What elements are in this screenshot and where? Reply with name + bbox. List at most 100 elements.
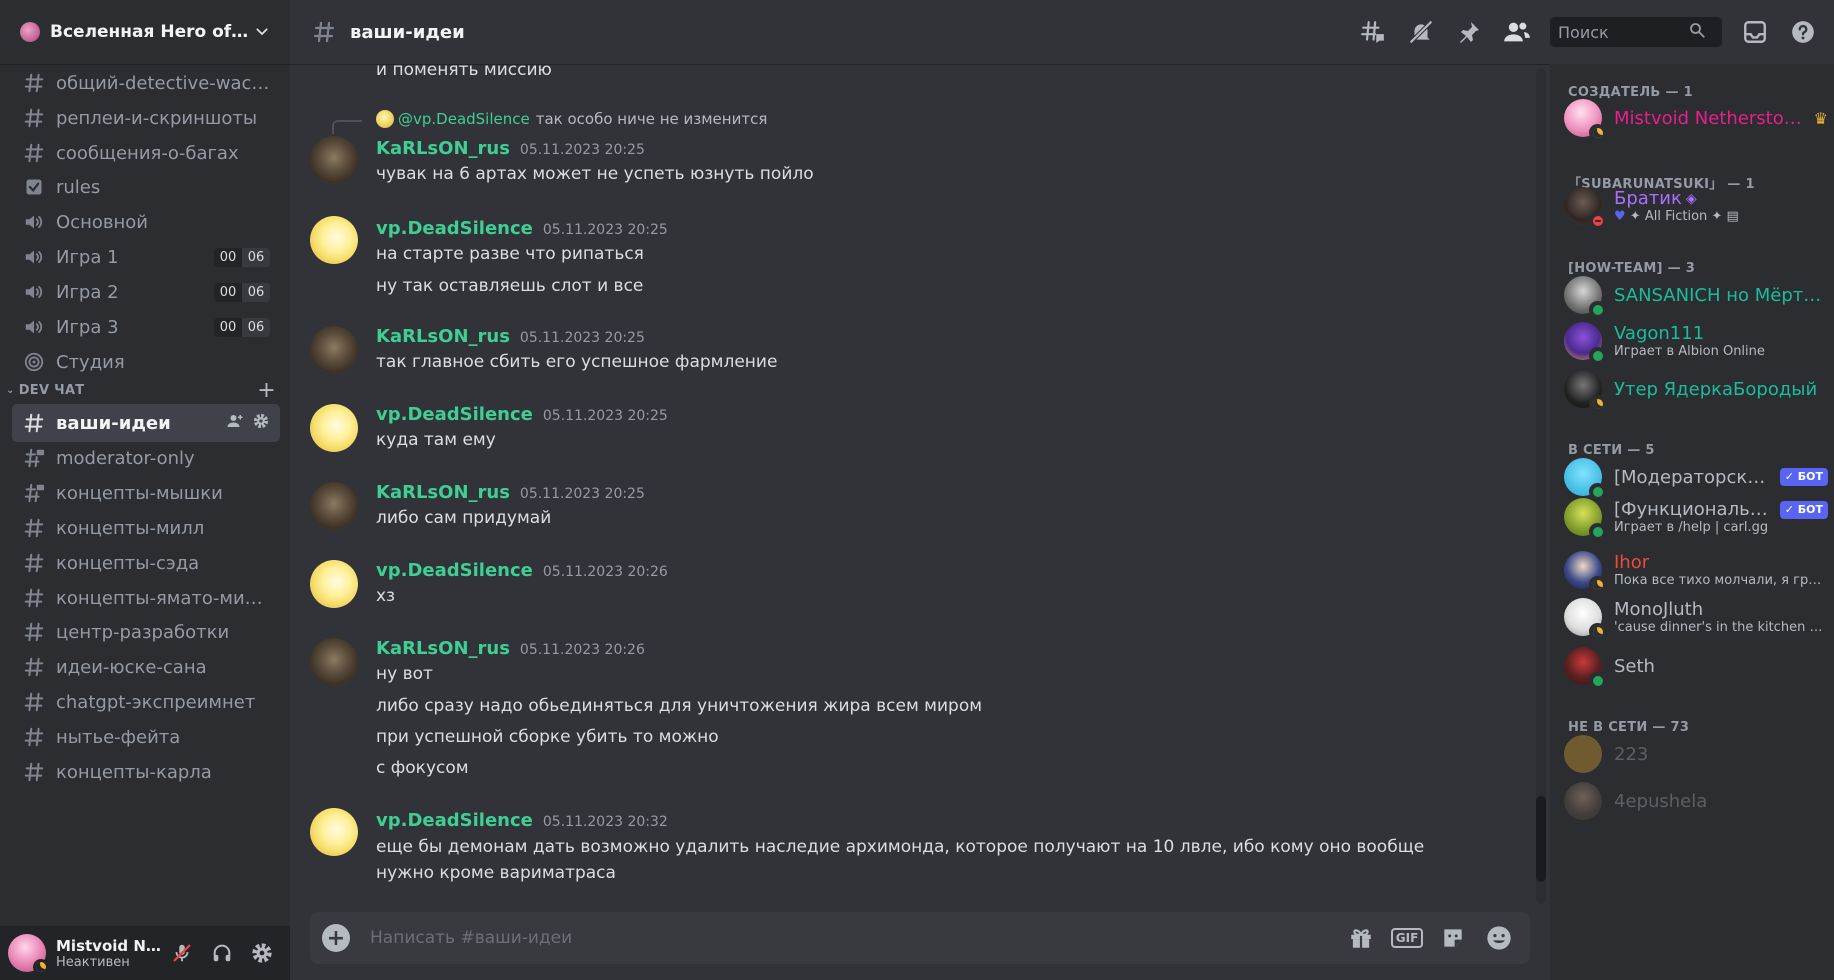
avatar[interactable] <box>310 136 358 184</box>
help-icon[interactable] <box>1788 17 1818 47</box>
avatar <box>1564 735 1602 773</box>
server-header[interactable]: Вселенная Hero of ... <box>0 0 290 64</box>
stage-icon <box>22 350 46 374</box>
search-input[interactable] <box>1558 22 1688 42</box>
attach-plus-button[interactable]: + <box>322 924 350 952</box>
voice-user-count: 00 06 <box>214 317 270 337</box>
hash-icon <box>22 516 46 540</box>
inbox-icon[interactable] <box>1740 17 1770 47</box>
message-header: KaRLsON_rus 05.11.2023 20:25 <box>376 326 645 347</box>
hash-icon <box>22 141 46 165</box>
channel-rules[interactable]: rules <box>12 168 280 206</box>
create-channel-button[interactable]: + <box>257 378 276 403</box>
online-status-icon <box>1589 523 1606 540</box>
avatar <box>376 110 394 128</box>
avatar <box>1564 598 1606 640</box>
reply-reference[interactable]: @vp.DeadSilence так особо ниче не изменит… <box>376 110 767 128</box>
speaker-icon <box>22 210 46 234</box>
avatar[interactable] <box>310 638 358 686</box>
settings-gear-icon[interactable] <box>242 935 282 971</box>
avatar[interactable] <box>8 934 49 975</box>
category-dev-chat[interactable]: ⌄ DEV ЧАТ + <box>6 378 286 403</box>
message-list: и поменять миссию @vp.DeadSilence так осо… <box>290 64 1530 904</box>
avatar[interactable] <box>310 216 358 264</box>
member-item[interactable]: Братик ◈ ♥ ✦ All Fiction ✦ ▤ <box>1564 182 1828 230</box>
chevron-down-icon[interactable] <box>252 22 272 42</box>
channel-yuske-ideas[interactable]: идеи-юске-сана <box>12 648 280 686</box>
headphones-icon[interactable] <box>202 935 242 971</box>
message-text: при успешной сборке убить то можно <box>376 727 719 747</box>
channel-sed-concepts[interactable]: концепты-сэда <box>12 544 280 582</box>
channel-title: ваши-идеи <box>350 21 465 43</box>
sticker-icon[interactable] <box>1438 923 1468 953</box>
emoji-icon[interactable] <box>1484 923 1514 953</box>
message-input[interactable] <box>370 928 1346 948</box>
invite-member-icon[interactable] <box>226 412 244 435</box>
avatar <box>1564 187 1606 229</box>
avatar[interactable] <box>310 326 358 374</box>
avatar[interactable] <box>310 560 358 608</box>
member-item[interactable]: MonoJluth'cause dinner's in the kitchen … <box>1564 593 1828 641</box>
server-icon <box>20 22 40 42</box>
member-item[interactable]: [Функциональный бот]✓ БОТИграет в /help … <box>1564 493 1828 541</box>
search-box[interactable] <box>1550 17 1722 47</box>
member-item[interactable]: 223 <box>1564 730 1828 778</box>
message-text: и поменять миссию <box>376 64 552 80</box>
member-item[interactable]: SANSANICH но Мёртвый <box>1564 271 1828 319</box>
gif-button[interactable]: GIF <box>1390 923 1424 953</box>
mute-mic-icon[interactable] <box>162 935 202 971</box>
member-item[interactable]: Mistvoid Netherstorm ♛ <box>1564 94 1828 142</box>
avatar[interactable] <box>310 482 358 530</box>
idle-status-icon <box>1589 395 1606 412</box>
channel-fate-whining[interactable]: нытье-фейта <box>12 718 280 756</box>
channel-moderator-only[interactable]: moderator-only <box>12 439 280 477</box>
channel-karl-concepts[interactable]: концепты-карла <box>12 753 280 791</box>
member-item[interactable]: Seth <box>1564 642 1828 690</box>
message-header: vp.DeadSilence 05.11.2023 20:25 <box>376 218 668 239</box>
reply-connector <box>332 120 362 134</box>
channel-sidebar: общий-detective-wacra... реплеи-и-скринш… <box>0 0 290 980</box>
message-text: куда там ему <box>376 430 496 450</box>
hash-icon <box>22 586 46 610</box>
member-item[interactable]: 4epushela <box>1564 777 1828 825</box>
hash-icon <box>22 411 46 435</box>
channel-dev-center[interactable]: центр-разработки <box>12 613 280 651</box>
dnd-status-icon <box>1589 212 1606 229</box>
wand-icon: ✦ <box>1629 209 1641 224</box>
voice-channel-game-1[interactable]: Игра 1 00 06 <box>12 238 280 276</box>
bot-badge: ✓ БОТ <box>1779 500 1828 519</box>
voice-channel-game-2[interactable]: Игра 2 00 06 <box>12 273 280 311</box>
scrollbar-thumb[interactable] <box>1536 796 1546 882</box>
message-text: либо сразу надо обьединяться для уничтож… <box>376 696 983 716</box>
message-composer: + GIF <box>310 912 1530 964</box>
channel-mouse-concepts[interactable]: концепты-мышки <box>12 474 280 512</box>
avatar[interactable] <box>310 808 358 856</box>
avatar[interactable] <box>310 404 358 452</box>
gift-icon[interactable] <box>1346 923 1376 953</box>
member-list-icon[interactable] <box>1502 17 1532 47</box>
gear-icon[interactable] <box>252 412 270 435</box>
member-item[interactable]: Утер ЯдеркаБородый <box>1564 365 1828 413</box>
notification-mute-icon[interactable] <box>1406 17 1436 47</box>
scrollbar[interactable] <box>1536 68 1546 904</box>
voice-channel-main[interactable]: Основной <box>12 203 280 241</box>
channel-general-detective[interactable]: общий-detective-wacra... <box>12 64 280 102</box>
channel-your-ideas[interactable]: ваши-идеи <box>12 404 280 442</box>
idle-status-icon <box>1589 576 1606 593</box>
channel-chatgpt[interactable]: chatgpt-экспреимнет <box>12 683 280 721</box>
pin-icon[interactable] <box>1454 17 1484 47</box>
message-header: vp.DeadSilence 05.11.2023 20:25 <box>376 404 668 425</box>
member-item[interactable]: IhorПока все тихо молчали, я громко... <box>1564 546 1828 594</box>
channel-yamato-concepts[interactable]: концепты-ямато-миши <box>12 579 280 617</box>
channel-header: ваши-идеи <box>290 0 1834 64</box>
idle-status-icon <box>1589 124 1606 141</box>
channel-bug-reports[interactable]: сообщения-о-багах <box>12 134 280 172</box>
stage-channel-studio[interactable]: Студия <box>12 343 280 381</box>
channel-replays[interactable]: реплеи-и-скриншоты <box>12 99 280 137</box>
user-status: Неактивен <box>56 954 130 970</box>
threads-icon[interactable] <box>1358 17 1388 47</box>
online-status-icon <box>1589 347 1606 364</box>
voice-channel-game-3[interactable]: Игра 3 00 06 <box>12 308 280 346</box>
channel-mill-concepts[interactable]: концепты-милл <box>12 509 280 547</box>
member-item[interactable]: Vagon111 Играет в Albion Online <box>1564 317 1828 365</box>
